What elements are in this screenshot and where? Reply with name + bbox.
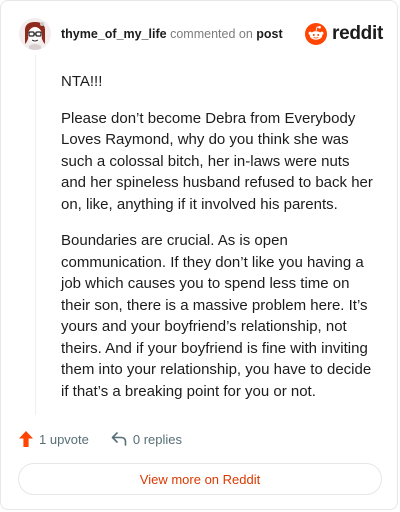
replies-button[interactable]: 0 replies [111, 432, 182, 447]
thread-line [35, 55, 36, 415]
post-link[interactable]: post [256, 27, 282, 41]
replies-count: 0 replies [132, 431, 183, 447]
comment-meta: thyme_of_my_life commented on post [61, 27, 283, 41]
comment-paragraph: NTA!!! [61, 73, 103, 90]
comment-paragraph: Boundaries are crucial. As is open commu… [61, 232, 372, 400]
comment-actions: 1 upvote 0 replies [19, 429, 383, 449]
comment-body: NTA!!! Please don’t become Debra from Ev… [61, 71, 377, 417]
comment-header: thyme_of_my_life commented on post reddi… [19, 17, 383, 51]
commented-on-text: commented on [170, 27, 253, 41]
upvote-count: 1 upvote [39, 431, 89, 447]
upvote-button[interactable]: 1 upvote [19, 431, 89, 447]
upvote-arrow-icon [19, 431, 33, 447]
reddit-logo-icon [305, 23, 328, 45]
view-more-on-reddit-button[interactable]: View more on Reddit [18, 463, 382, 495]
reddit-wordmark: reddit [332, 23, 383, 44]
reddit-brand[interactable]: reddit [305, 23, 383, 45]
comment-embed-card: thyme_of_my_life commented on post reddi… [0, 0, 398, 510]
reply-arrow-icon [111, 432, 127, 446]
comment-paragraph: Please don’t become Debra from Everybody… [61, 109, 373, 213]
username-link[interactable]: thyme_of_my_life [61, 27, 167, 41]
avatar-icon[interactable] [19, 18, 51, 50]
